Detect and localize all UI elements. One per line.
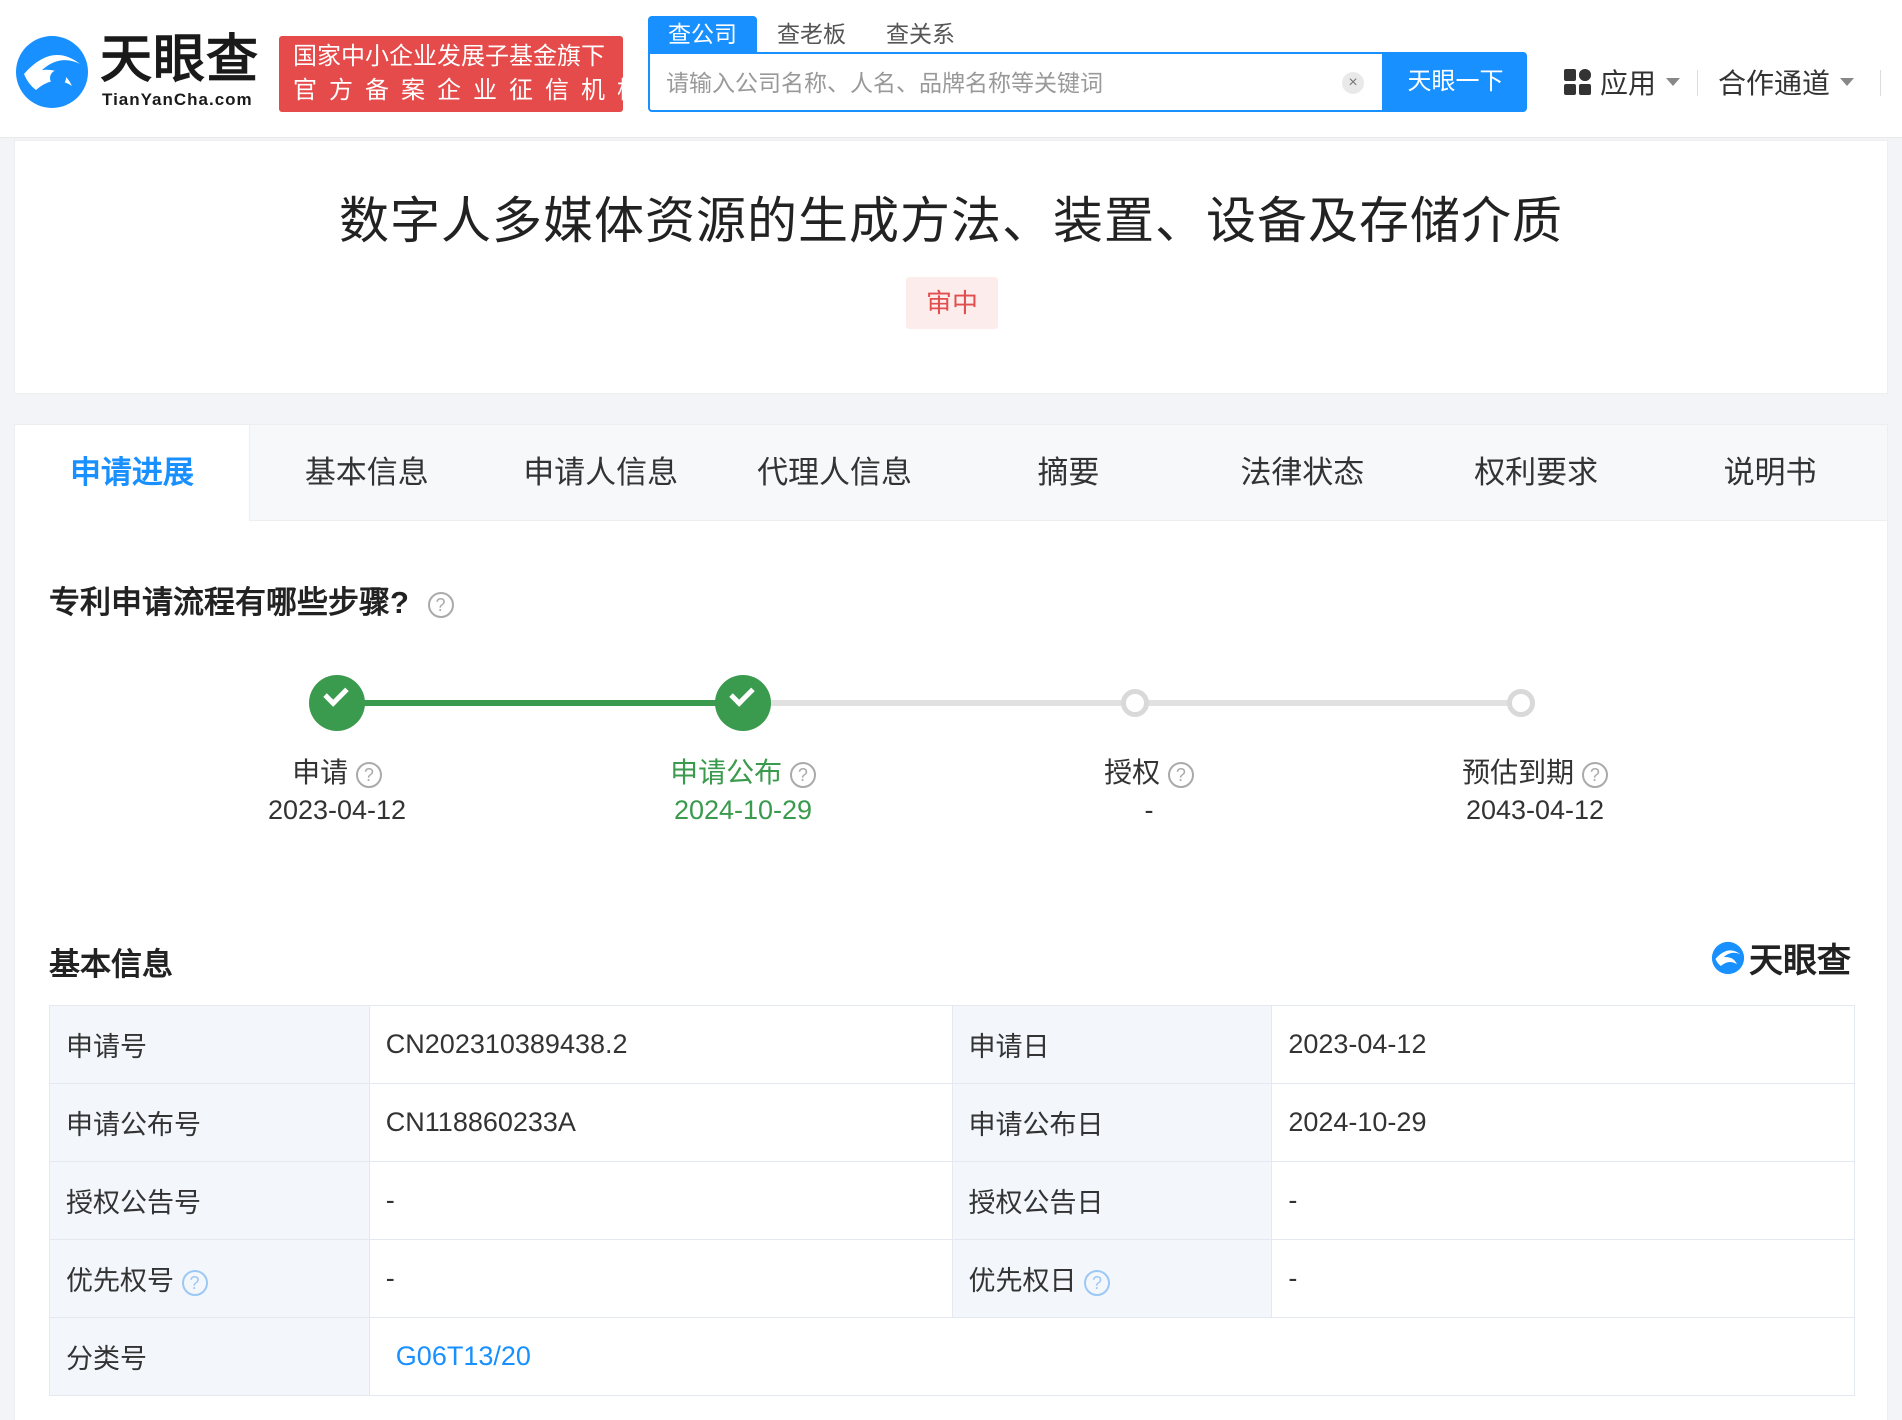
progress-title-text: 专利申请流程有哪些步骤?: [49, 585, 409, 620]
table-row: 优先权号 ? - 优先权日 ? -: [49, 1239, 1855, 1318]
step-node-publish: [715, 675, 771, 731]
info-key: 授权公告号: [49, 1161, 370, 1240]
help-icon[interactable]: ?: [1167, 761, 1194, 788]
info-value: CN118860233A: [368, 1083, 953, 1162]
basic-info-table: 申请号 CN202310389438.2 申请日 2023-04-12 申请公布…: [49, 1005, 1856, 1396]
nav-divider: [1880, 70, 1881, 96]
nav-apps-menu[interactable]: 应用: [1564, 64, 1681, 100]
info-value: -: [368, 1239, 953, 1318]
chevron-down-icon: [1666, 78, 1681, 86]
fund-badge-line1: 国家中小企业发展子基金旗下: [293, 43, 605, 70]
tab-progress[interactable]: 申请进展: [15, 425, 250, 521]
tab-legal-status[interactable]: 法律状态: [1185, 425, 1419, 521]
step-node-expiry: [1507, 689, 1535, 717]
tab-specification[interactable]: 说明书: [1653, 425, 1887, 521]
nav-coop-label: 合作通道: [1718, 68, 1831, 99]
help-icon[interactable]: ?: [789, 761, 816, 788]
step-label-grant: 授权 ?: [1029, 751, 1269, 791]
nav-coop-menu[interactable]: 合作通道: [1718, 64, 1855, 100]
info-key: 分类号: [49, 1317, 370, 1396]
check-icon: [729, 681, 755, 707]
info-key: 申请公布日: [951, 1083, 1273, 1162]
classification-value[interactable]: G06T13/20: [386, 1341, 531, 1371]
info-key: 申请日: [951, 1005, 1273, 1084]
step-date-grant: -: [1144, 795, 1154, 825]
detail-tabbar: 申请进展 基本信息 申请人信息 代理人信息 摘要 法律状态 权利要求 说明书: [15, 425, 1887, 521]
info-key: 优先权号 ?: [49, 1239, 370, 1318]
info-value: -: [1271, 1239, 1855, 1318]
search-tab-boss[interactable]: 查老板: [757, 16, 866, 52]
help-icon[interactable]: ?: [1581, 761, 1608, 788]
help-icon[interactable]: ?: [355, 761, 382, 788]
info-value: -: [1271, 1161, 1855, 1240]
patent-title: 数字人多媒体资源的生成方法、装置、设备及存储介质: [339, 193, 1563, 249]
search-input[interactable]: [666, 66, 1306, 100]
search-tab-relation[interactable]: 查关系: [866, 16, 975, 52]
status-badge: 审中: [906, 277, 998, 329]
progress-track-done: [337, 700, 743, 706]
brand-mark: 天眼查: [1711, 933, 1851, 982]
search-box: ×: [648, 52, 1384, 112]
table-row: 分类号 G06T13/20: [49, 1317, 1856, 1396]
info-key: 申请号: [49, 1005, 370, 1084]
tab-claims[interactable]: 权利要求: [1419, 425, 1653, 521]
search-button[interactable]: 天眼一下: [1384, 52, 1527, 112]
step-date-publish: 2024-10-29: [673, 795, 813, 825]
brand-mark-text: 天眼查: [1749, 942, 1851, 980]
logo-text-cn: 天眼查: [100, 31, 260, 89]
basic-info-title: 基本信息: [49, 947, 173, 982]
info-key: 优先权日 ?: [951, 1239, 1273, 1318]
search-type-tabs: 查公司 查老板 查关系: [648, 16, 975, 52]
patent-title-card: 数字人多媒体资源的生成方法、装置、设备及存储介质 审中: [14, 140, 1888, 394]
step-label-apply: 申请 ?: [217, 751, 457, 791]
help-icon[interactable]: ?: [181, 1269, 208, 1296]
check-icon: [323, 681, 349, 707]
patent-detail-card: 申请进展 基本信息 申请人信息 代理人信息 摘要 法律状态 权利要求 说明书 专…: [14, 424, 1888, 1420]
tab-abstract[interactable]: 摘要: [952, 425, 1186, 521]
tab-agent[interactable]: 代理人信息: [718, 425, 952, 521]
tianyancha-logo[interactable]: 天眼查 TianYanCha.com: [14, 30, 264, 116]
table-row: 申请号 CN202310389438.2 申请日 2023-04-12: [49, 1005, 1855, 1084]
logo-text-en: TianYanCha.com: [102, 90, 253, 109]
step-label-publish: 申请公布 ?: [623, 751, 863, 791]
progress-steps: 申请 ? 申请公布 ? 授权 ? 预估到期 ? 2023-04-12 2024-…: [15, 645, 1887, 825]
info-key: 授权公告日: [951, 1161, 1273, 1240]
classification-link[interactable]: G06T13/20: [368, 1317, 1856, 1396]
step-node-grant: [1121, 689, 1149, 717]
chevron-down-icon: [1840, 78, 1855, 86]
fund-badge-line2: 官方备案企业征信机构: [293, 77, 653, 104]
tab-basic-info[interactable]: 基本信息: [250, 425, 484, 521]
step-date-expiry: 2043-04-12: [1465, 795, 1605, 825]
info-value: CN202310389438.2: [368, 1005, 953, 1084]
tab-applicant[interactable]: 申请人信息: [484, 425, 718, 521]
nav-apps-label: 应用: [1600, 68, 1657, 99]
clear-icon[interactable]: ×: [1342, 72, 1364, 94]
search-tab-company[interactable]: 查公司: [648, 16, 757, 52]
help-icon[interactable]: ?: [427, 591, 454, 618]
progress-section-title: 专利申请流程有哪些步骤? ?: [49, 577, 454, 622]
fund-badge: 国家中小企业发展子基金旗下 官方备案企业征信机构: [279, 36, 653, 112]
info-key: 申请公布号: [49, 1083, 370, 1162]
help-icon[interactable]: ?: [1084, 1269, 1111, 1296]
top-header: 天眼查 TianYanCha.com 国家中小企业发展子基金旗下 官方备案企业征…: [0, 0, 1902, 138]
table-row: 申请公布号 CN118860233A 申请公布日 2024-10-29: [49, 1083, 1855, 1162]
info-value: 2023-04-12: [1271, 1005, 1855, 1084]
info-value: 2024-10-29: [1271, 1083, 1855, 1162]
step-node-apply: [309, 675, 365, 731]
tianyancha-eye-icon: [16, 36, 88, 108]
apps-grid-icon: [1564, 69, 1591, 95]
tianyancha-eye-icon: [1711, 941, 1745, 974]
info-value: -: [368, 1161, 953, 1240]
nav-divider: [1697, 70, 1698, 96]
step-date-apply: 2023-04-12: [267, 795, 407, 825]
step-label-expiry: 预估到期 ?: [1415, 751, 1655, 791]
table-row: 授权公告号 - 授权公告日 -: [49, 1161, 1855, 1240]
